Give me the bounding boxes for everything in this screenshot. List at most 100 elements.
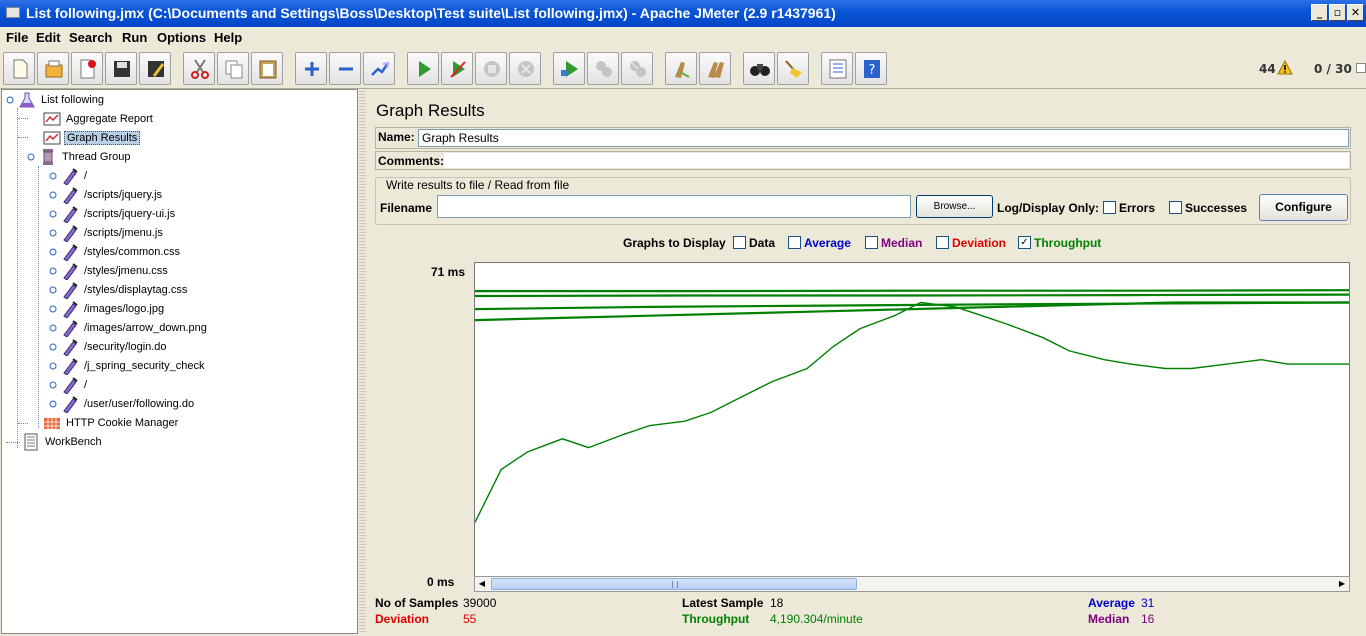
expand-handle-icon[interactable] (49, 343, 57, 351)
remote-start-all-button[interactable] (553, 52, 585, 85)
tree-node-sampler[interactable]: /images/arrow_down.png (49, 319, 209, 337)
menu-help[interactable]: Help (214, 30, 242, 45)
search-button[interactable] (743, 52, 775, 85)
expand-handle-icon[interactable] (49, 362, 57, 370)
expand-handle-icon[interactable] (49, 286, 57, 294)
expand-handle-icon[interactable] (49, 400, 57, 408)
tree-node-sampler[interactable]: /scripts/jmenu.js (49, 224, 165, 242)
start-button[interactable] (407, 52, 439, 85)
new-button[interactable] (3, 52, 35, 85)
menu-options[interactable]: Options (157, 30, 206, 45)
tree-node-graph-results[interactable]: Graph Results (43, 129, 141, 147)
expand-handle-icon[interactable] (49, 267, 57, 275)
panel-title: Graph Results (376, 101, 485, 120)
tree-node-sampler[interactable]: /user/user/following.do (49, 395, 196, 413)
collapse-all-button[interactable] (329, 52, 361, 85)
expand-handle-icon[interactable] (49, 210, 57, 218)
graph-option-checkbox-throughput[interactable]: ✓ (1018, 236, 1031, 249)
cut-button[interactable] (183, 52, 215, 85)
expand-all-button[interactable] (295, 52, 327, 85)
clear-all-button[interactable] (699, 52, 731, 85)
split-pane-divider[interactable] (359, 89, 365, 634)
http-sampler-icon (63, 282, 78, 299)
tree-node-aggregate-report[interactable]: Aggregate Report (43, 110, 155, 128)
start-no-pauses-button[interactable] (441, 52, 473, 85)
configure-button[interactable]: Configure (1259, 194, 1348, 221)
graph-option-checkbox-deviation[interactable] (936, 236, 949, 249)
tree-node-workbench[interactable]: WorkBench (22, 433, 104, 451)
save-button[interactable] (105, 52, 137, 85)
tree-label-sampler: /scripts/jquery-ui.js (84, 208, 176, 220)
expand-handle-icon[interactable] (49, 324, 57, 332)
scroll-left-arrow-icon[interactable]: ◀ (475, 577, 489, 591)
filename-input[interactable] (437, 195, 911, 218)
help-button[interactable]: ? (855, 52, 887, 85)
stop-button[interactable] (475, 52, 507, 85)
restore-button[interactable]: ▫ (1329, 4, 1346, 21)
expand-handle-icon[interactable] (49, 229, 57, 237)
minimize-button[interactable]: _ (1311, 4, 1328, 21)
expand-handle-icon[interactable] (49, 248, 57, 256)
browse-button[interactable]: Browse... (916, 195, 993, 218)
status-indicator (1356, 63, 1366, 73)
errors-checkbox[interactable] (1103, 201, 1116, 214)
graph-option-checkbox-average[interactable] (788, 236, 801, 249)
tree-node-sampler[interactable]: /j_spring_security_check (49, 357, 206, 375)
tree-label-sampler: /security/login.do (84, 341, 167, 353)
paste-button[interactable] (251, 52, 283, 85)
close-button[interactable]: ✕ (1347, 4, 1364, 21)
test-plan-tree: List following Aggregate Report Graph Re… (1, 89, 358, 634)
tree-node-sampler[interactable]: /styles/common.css (49, 243, 182, 261)
menu-file[interactable]: File (6, 30, 28, 45)
graph-option-checkbox-median[interactable] (865, 236, 878, 249)
reset-search-button[interactable] (777, 52, 809, 85)
menu-search[interactable]: Search (69, 30, 112, 45)
tree-node-sampler[interactable]: /styles/jmenu.css (49, 262, 170, 280)
comments-field[interactable] (444, 153, 1349, 168)
graph-option-checkbox-data[interactable] (733, 236, 746, 249)
graph-horizontal-scrollbar[interactable]: ◀ ▶ (474, 576, 1350, 592)
menu-edit[interactable]: Edit (36, 30, 61, 45)
tree-node-sampler[interactable]: /scripts/jquery.js (49, 186, 164, 204)
http-sampler-icon (63, 225, 78, 242)
warning-icon[interactable] (1277, 60, 1293, 75)
throughput-chart (474, 289, 1350, 523)
collapse-handle-icon[interactable] (6, 96, 14, 104)
y-axis-max-label: 71 ms (431, 265, 466, 279)
expand-handle-icon[interactable] (49, 191, 57, 199)
tree-node-thread-group[interactable]: Thread Group (27, 148, 132, 166)
tree-node-sampler[interactable]: /scripts/jquery-ui.js (49, 205, 177, 223)
templates-button[interactable] (37, 52, 69, 85)
menu-run[interactable]: Run (122, 30, 147, 45)
successes-label: Successes (1185, 201, 1248, 215)
tree-node-cookie-manager[interactable]: HTTP Cookie Manager (43, 414, 180, 432)
save-as-button[interactable] (139, 52, 171, 85)
tree-node-sampler[interactable]: /images/logo.jpg (49, 300, 166, 318)
shutdown-icon (518, 61, 534, 77)
http-sampler-icon (63, 206, 78, 223)
tree-node-sampler[interactable]: /styles/displaytag.css (49, 281, 189, 299)
tree-node-test-plan[interactable]: List following (6, 91, 106, 109)
close-plan-button[interactable] (71, 52, 103, 85)
tree-connector (18, 118, 28, 119)
copy-button[interactable] (217, 52, 249, 85)
tree-node-sampler[interactable]: /security/login.do (49, 338, 169, 356)
name-field[interactable]: Graph Results (418, 129, 1349, 147)
remote-shutdown-all-button[interactable] (621, 52, 653, 85)
svg-text:?: ? (869, 63, 876, 78)
tree-node-sampler[interactable]: / (49, 167, 89, 185)
expand-handle-icon[interactable] (49, 305, 57, 313)
function-helper-button[interactable] (821, 52, 853, 85)
shutdown-button[interactable] (509, 52, 541, 85)
tree-node-sampler[interactable]: / (49, 376, 89, 394)
scroll-right-arrow-icon[interactable]: ▶ (1335, 577, 1349, 591)
successes-checkbox[interactable] (1169, 201, 1182, 214)
toggle-button[interactable] (363, 52, 395, 85)
toolbar: ? 44 0 / 30 (0, 49, 1366, 89)
expand-handle-icon[interactable] (49, 172, 57, 180)
expand-handle-icon[interactable] (49, 381, 57, 389)
collapse-handle-icon[interactable] (27, 153, 35, 161)
scrollbar-thumb[interactable] (491, 578, 857, 590)
clear-button[interactable] (665, 52, 697, 85)
remote-stop-all-button[interactable] (587, 52, 619, 85)
